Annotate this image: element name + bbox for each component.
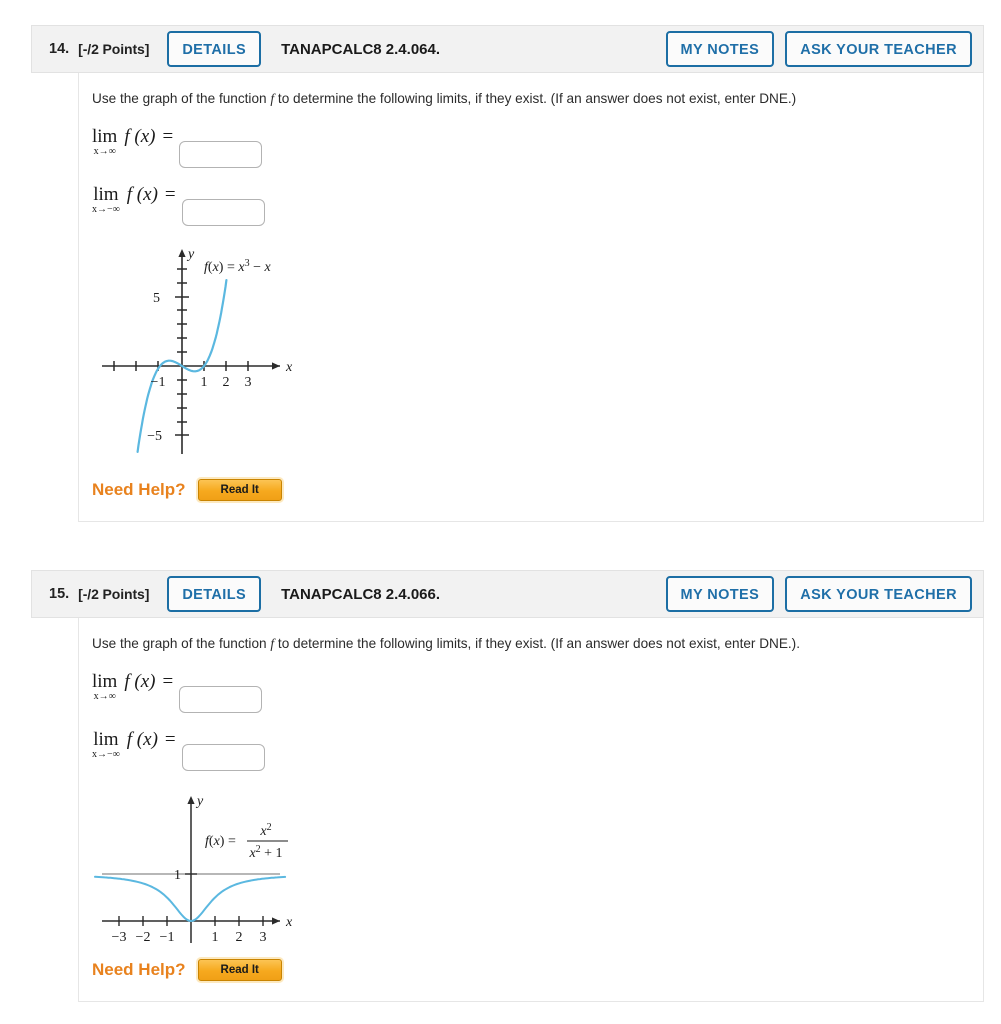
x-tick-label-1: 1: [201, 375, 208, 390]
x-axis-arrow: [272, 917, 280, 925]
x-tick-label-3: 3: [245, 375, 252, 390]
y-tick-label-1: 1: [174, 868, 181, 883]
x-axis-label: x: [285, 915, 293, 930]
question-body: Use the graph of the function f to deter…: [78, 73, 984, 523]
function-label: f(x) = x3 − x: [204, 258, 271, 275]
question-prompt: Use the graph of the function f to deter…: [92, 634, 983, 653]
limit-expression-2: lim x→−∞ f (x) =: [92, 725, 176, 760]
limit-operator: lim x→∞: [92, 127, 117, 157]
details-button[interactable]: DETAILS: [167, 576, 262, 612]
equals-sign: =: [164, 184, 176, 206]
graph-figure-cubic: y x f(x) = x3 − x 5 −5 −1 1 2 3: [92, 238, 983, 473]
ask-your-teacher-button[interactable]: ASK YOUR TEACHER: [785, 31, 972, 67]
lim-subscript: x→−∞: [92, 204, 120, 216]
equals-sign: =: [162, 126, 174, 148]
limit-operator: lim x→−∞: [92, 730, 120, 760]
ask-your-teacher-button[interactable]: ASK YOUR TEACHER: [785, 576, 972, 612]
rational-curve: [94, 875, 287, 923]
axes: [102, 252, 280, 455]
header-actions: MY NOTES ASK YOUR TEACHER: [665, 576, 972, 612]
my-notes-button[interactable]: MY NOTES: [665, 576, 775, 612]
question-title: TANAPCALC8 2.4.064.: [281, 40, 441, 58]
y-tick-label-5: 5: [153, 291, 160, 306]
my-notes-button[interactable]: MY NOTES: [665, 31, 775, 67]
x-axis-arrow: [272, 362, 280, 370]
y-axis-label: y: [195, 794, 204, 809]
limit-row-1: lim x→∞ f (x) =: [92, 667, 983, 714]
question-points: [-/2 Points]: [78, 41, 150, 57]
y-axis-arrow: [187, 796, 195, 805]
graph-figure-rational: y x f(x) = x2 x2 + 1 1 −3 −2 −1 1 2 3: [92, 783, 983, 953]
function-label: f(x) = x2 x2 + 1: [205, 822, 288, 861]
limit-operator: lim x→−∞: [92, 185, 120, 215]
y-axis-label: y: [186, 247, 195, 262]
y-tick-label-neg5: −5: [147, 429, 162, 444]
lim-subscript: x→∞: [93, 691, 116, 703]
limit-row-2: lim x→−∞ f (x) =: [92, 725, 983, 772]
question-points: [-/2 Points]: [78, 586, 150, 602]
equals-sign: =: [162, 671, 174, 693]
lim-word: lim: [92, 671, 118, 693]
prompt-text-after: to determine the following limits, if th…: [274, 636, 800, 651]
header-actions: MY NOTES ASK YOUR TEACHER: [665, 31, 972, 67]
function-denominator: x2 + 1: [248, 844, 282, 861]
answer-input-limit-negative-infinity[interactable]: [181, 744, 265, 772]
question-number: 14.: [49, 41, 70, 57]
cubic-graph-svg: y x f(x) = x3 − x 5 −5 −1 1 2 3: [102, 247, 293, 455]
limit-row-1: lim x→∞ f (x) =: [92, 122, 983, 169]
answer-input-limit-negative-infinity[interactable]: [181, 199, 265, 227]
question-card-14: 14. [-/2 Points] DETAILS TANAPCALC8 2.4.…: [31, 25, 984, 523]
answer-input-limit-positive-infinity[interactable]: [179, 686, 263, 714]
need-help-row: Need Help? Read It: [92, 479, 983, 502]
equals-sign: =: [164, 729, 176, 751]
question-header: 15. [-/2 Points] DETAILS TANAPCALC8 2.4.…: [31, 570, 984, 618]
question-card-15: 15. [-/2 Points] DETAILS TANAPCALC8 2.4.…: [31, 570, 984, 1003]
function-numerator: x2: [259, 822, 271, 839]
question-title: TANAPCALC8 2.4.066.: [281, 585, 441, 603]
lim-word: lim: [93, 729, 119, 751]
lim-subscript: x→∞: [93, 146, 116, 158]
read-it-button[interactable]: Read It: [197, 959, 282, 982]
prompt-text-after: to determine the following limits, if th…: [274, 91, 797, 106]
limit-function: f (x): [126, 729, 158, 751]
x-tick-label-1: 1: [212, 930, 219, 945]
x-tick-label-2: 2: [236, 930, 243, 945]
limit-expression-1: lim x→∞ f (x) =: [92, 667, 173, 702]
question-prompt: Use the graph of the function f to deter…: [92, 89, 983, 108]
lim-word: lim: [93, 184, 119, 206]
question-body: Use the graph of the function f to deter…: [78, 618, 984, 1003]
need-help-label: Need Help?: [92, 960, 186, 980]
x-axis-label: x: [285, 360, 293, 375]
details-button[interactable]: DETAILS: [167, 31, 262, 67]
limit-expression-1: lim x→∞ f (x) =: [92, 122, 173, 157]
y-axis-arrow: [178, 249, 186, 258]
x-tick-label-2: 2: [223, 375, 230, 390]
limit-row-2: lim x→−∞ f (x) =: [92, 180, 983, 227]
x-tick-label-neg1: −1: [160, 930, 175, 945]
answer-input-limit-positive-infinity[interactable]: [179, 141, 263, 169]
limit-operator: lim x→∞: [92, 672, 117, 702]
x-tick-label-neg2: −2: [136, 930, 151, 945]
prompt-text-before: Use the graph of the function: [92, 91, 271, 106]
question-number: 15.: [49, 586, 70, 602]
x-tick-label-neg3: −3: [112, 930, 127, 945]
lim-word: lim: [92, 126, 118, 148]
need-help-label: Need Help?: [92, 480, 186, 500]
lim-subscript: x→−∞: [92, 749, 120, 761]
question-header: 14. [-/2 Points] DETAILS TANAPCALC8 2.4.…: [31, 25, 984, 73]
rational-graph-svg: y x f(x) = x2 x2 + 1 1 −3 −2 −1 1 2 3: [94, 794, 293, 945]
limit-function: f (x): [126, 184, 158, 206]
limit-expression-2: lim x→−∞ f (x) =: [92, 180, 176, 215]
x-tick-label-neg1: −1: [151, 375, 166, 390]
function-label-lhs: f(x) =: [205, 834, 236, 849]
limit-function: f (x): [124, 671, 156, 693]
limit-function: f (x): [124, 126, 156, 148]
x-tick-label-3: 3: [260, 930, 267, 945]
prompt-text-before: Use the graph of the function: [92, 636, 271, 651]
read-it-button[interactable]: Read It: [197, 479, 282, 502]
need-help-row: Need Help? Read It: [92, 959, 983, 982]
